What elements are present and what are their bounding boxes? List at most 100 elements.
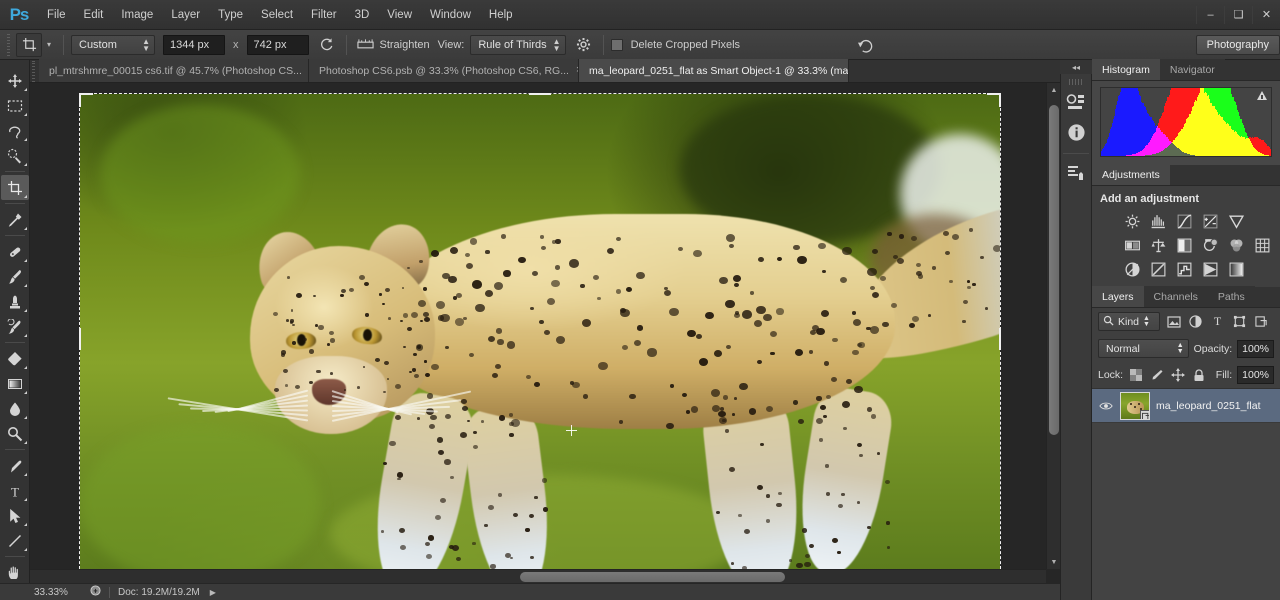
tab-channels[interactable]: Channels: [1143, 286, 1208, 307]
menu-item-window[interactable]: Window: [421, 0, 480, 30]
minimize-button[interactable]: –: [1196, 5, 1224, 24]
horizontal-scroll-thumb[interactable]: [520, 572, 785, 582]
crop-width-input[interactable]: 1344 px: [163, 34, 225, 55]
straighten-label[interactable]: Straighten: [378, 39, 436, 51]
curves-icon[interactable]: [1174, 211, 1194, 231]
move-tool[interactable]: [1, 68, 29, 93]
menu-item-file[interactable]: File: [38, 0, 75, 30]
clone-stamp-tool[interactable]: [1, 289, 29, 314]
collapse-panels-icon[interactable]: ◂◂: [1060, 60, 1092, 74]
tool-submenu-triangle-icon[interactable]: [23, 284, 27, 287]
eyedropper-tool[interactable]: [1, 207, 29, 232]
menu-item-view[interactable]: View: [378, 0, 421, 30]
scroll-up-icon[interactable]: ▲: [1047, 83, 1060, 97]
color-lookup-icon[interactable]: [1252, 235, 1272, 255]
info-icon[interactable]: [1062, 119, 1090, 145]
eraser-tool[interactable]: [1, 346, 29, 371]
tool-submenu-triangle-icon[interactable]: [23, 523, 27, 526]
lock-position-icon[interactable]: [1170, 367, 1186, 383]
lock-all-icon[interactable]: [1191, 367, 1207, 383]
tool-submenu-triangle-icon[interactable]: [23, 473, 27, 476]
photo-filter-icon[interactable]: [1200, 235, 1220, 255]
brightness-contrast-icon[interactable]: [1122, 211, 1142, 231]
tab-bar-grip[interactable]: [30, 59, 39, 82]
tool-preset-caret-icon[interactable]: ▾: [42, 34, 56, 56]
tool-submenu-triangle-icon[interactable]: [23, 391, 27, 394]
crop-tool-icon[interactable]: [16, 32, 42, 57]
adjustment-layer-filter-icon[interactable]: [1187, 313, 1204, 331]
tool-submenu-triangle-icon[interactable]: [23, 498, 27, 501]
canvas-area[interactable]: ▲ ▼: [30, 83, 1060, 583]
delete-cropped-pixels-checkbox[interactable]: [610, 38, 623, 51]
gradient-map-icon[interactable]: [1226, 259, 1246, 279]
brush-tool[interactable]: [1, 264, 29, 289]
tool-submenu-triangle-icon[interactable]: [23, 227, 27, 230]
color-balance-icon[interactable]: [1148, 235, 1168, 255]
black-white-icon[interactable]: [1174, 235, 1194, 255]
dodge-tool[interactable]: [1, 421, 29, 446]
menu-item-image[interactable]: Image: [112, 0, 162, 30]
crop-height-input[interactable]: 742 px: [246, 34, 309, 55]
delete-cropped-pixels-label[interactable]: Delete Cropped Pixels: [629, 39, 746, 51]
pixel-layer-filter-icon[interactable]: [1165, 313, 1182, 331]
zoom-level[interactable]: 33.33%: [34, 587, 90, 598]
gradient-tool[interactable]: [1, 371, 29, 396]
pen-tool[interactable]: [1, 453, 29, 478]
tool-submenu-triangle-icon[interactable]: [23, 259, 27, 262]
vertical-scroll-thumb[interactable]: [1049, 105, 1059, 435]
tool-submenu-triangle-icon[interactable]: [23, 138, 27, 141]
tool-submenu-triangle-icon[interactable]: [23, 416, 27, 419]
doc-info-icon[interactable]: [90, 585, 101, 599]
opacity-value[interactable]: 100%: [1237, 339, 1274, 358]
table-row[interactable]: ma_leopard_0251_flat: [1092, 389, 1280, 423]
scroll-down-icon[interactable]: ▼: [1047, 555, 1060, 569]
menu-item-filter[interactable]: Filter: [302, 0, 346, 30]
menu-item-select[interactable]: Select: [252, 0, 302, 30]
type-layer-filter-icon[interactable]: T: [1209, 313, 1226, 331]
maximize-button[interactable]: ❑: [1224, 5, 1252, 24]
close-button[interactable]: ✕: [1252, 5, 1280, 24]
crop-overlay-select[interactable]: Rule of Thirds ▲ ▼: [470, 34, 566, 55]
document-tab[interactable]: pl_mtrshmre_00015 cs6.tif @ 45.7% (Photo…: [39, 59, 309, 82]
crop-tool[interactable]: [0, 175, 29, 200]
tool-submenu-triangle-icon[interactable]: [23, 88, 27, 91]
menu-item-type[interactable]: Type: [209, 0, 252, 30]
tool-submenu-triangle-icon[interactable]: [23, 366, 27, 369]
exposure-icon[interactable]: [1200, 211, 1220, 231]
history-icon[interactable]: [1062, 160, 1090, 186]
tool-submenu-triangle-icon[interactable]: [23, 113, 27, 116]
blur-tool[interactable]: [1, 396, 29, 421]
tool-submenu-triangle-icon[interactable]: [23, 195, 27, 198]
tool-submenu-triangle-icon[interactable]: [23, 334, 27, 337]
document-image[interactable]: [80, 94, 1000, 583]
tool-submenu-triangle-icon[interactable]: [23, 441, 27, 444]
gear-icon[interactable]: [572, 34, 596, 56]
vibrance-icon[interactable]: [1226, 211, 1246, 231]
tab-adjustments[interactable]: Adjustments: [1092, 164, 1170, 185]
mini-bridge-icon[interactable]: [1062, 89, 1090, 115]
channel-mixer-icon[interactable]: [1226, 235, 1246, 255]
crop-ratio-select[interactable]: Custom ▲ ▼: [71, 34, 155, 55]
fill-value[interactable]: 100%: [1237, 366, 1274, 384]
blend-mode-select[interactable]: Normal ▲ ▼: [1098, 339, 1189, 358]
lock-image-pixels-icon[interactable]: [1149, 367, 1165, 383]
hand-tool[interactable]: [1, 560, 29, 585]
tab-navigator[interactable]: Navigator: [1159, 59, 1225, 80]
threshold-icon[interactable]: [1174, 259, 1194, 279]
reset-icon[interactable]: [853, 34, 877, 56]
canvas-horizontal-scrollbar[interactable]: [30, 569, 1046, 583]
spot-healing-brush-tool[interactable]: [1, 239, 29, 264]
invert-icon[interactable]: [1122, 259, 1142, 279]
document-tab[interactable]: Photoshop CS6.psb @ 33.3% (Photoshop CS6…: [309, 59, 579, 82]
history-brush-tool[interactable]: [1, 314, 29, 339]
rotate-crop-icon[interactable]: [315, 34, 339, 56]
uncached-data-warning-icon[interactable]: [1257, 91, 1267, 100]
smart-object-filter-icon[interactable]: [1253, 313, 1270, 331]
tab-layers[interactable]: Layers: [1092, 286, 1144, 307]
menu-item-help[interactable]: Help: [480, 0, 522, 30]
levels-icon[interactable]: [1148, 211, 1168, 231]
posterize-icon[interactable]: [1148, 259, 1168, 279]
tool-submenu-triangle-icon[interactable]: [23, 548, 27, 551]
histogram-graph[interactable]: [1100, 87, 1272, 157]
horizontal-type-tool[interactable]: T: [1, 478, 29, 503]
